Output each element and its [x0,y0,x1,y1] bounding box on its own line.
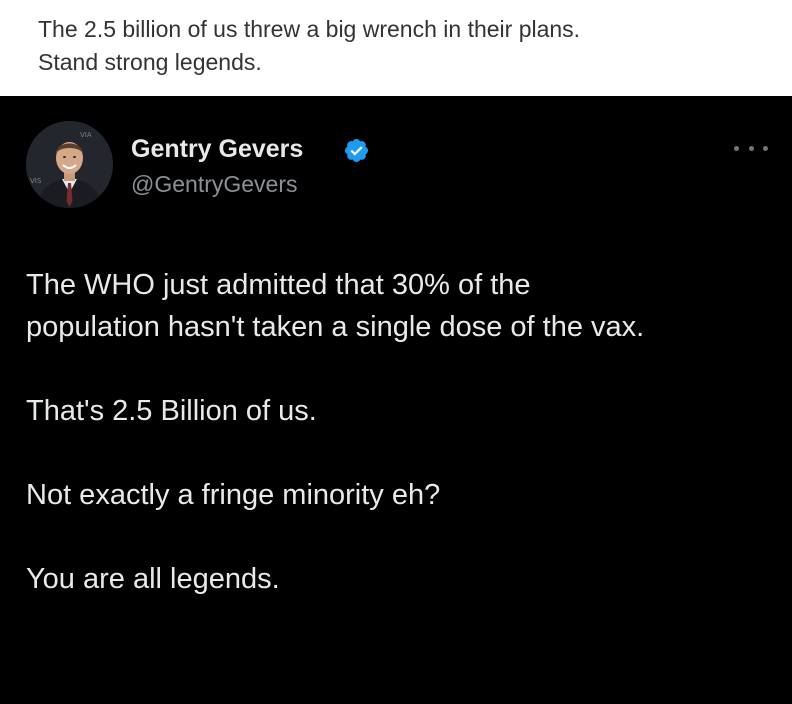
verified-check-icon [343,137,370,164]
tweet-text: The WHO just admitted that 30% of the po… [26,264,776,600]
tweet-line-2: population hasn't taken a single dose of… [26,311,645,343]
more-options-icon[interactable] [734,140,768,156]
avatar-photo: VIA VIS [26,121,113,208]
tweet-screenshot: VIA VIS Gentry Gevers @GentryGevers The … [0,96,792,704]
caption-line-1: The 2.5 billion of us threw a big wrench… [38,16,581,42]
more-dot-2 [748,145,754,151]
more-dot-1 [734,145,739,151]
author-display-name[interactable]: Gentry Gevers [131,134,303,164]
tweet-paragraph-4: You are all legends. [26,563,280,595]
svg-text:VIA: VIA [80,131,92,139]
tweet-line-1: The WHO just admitted that 30% of the [26,269,531,301]
author-handle[interactable]: @GentryGevers [131,170,298,198]
more-dot-3 [763,145,768,151]
post-caption: The 2.5 billion of us threw a big wrench… [0,0,792,96]
avatar[interactable]: VIA VIS [26,121,113,208]
tweet-paragraph-2: That's 2.5 Billion of us. [26,395,317,427]
tweet-paragraph-3: Not exactly a fringe minority eh? [26,479,441,511]
caption-line-2: Stand strong legends. [38,49,262,75]
svg-text:VIS: VIS [30,177,42,185]
